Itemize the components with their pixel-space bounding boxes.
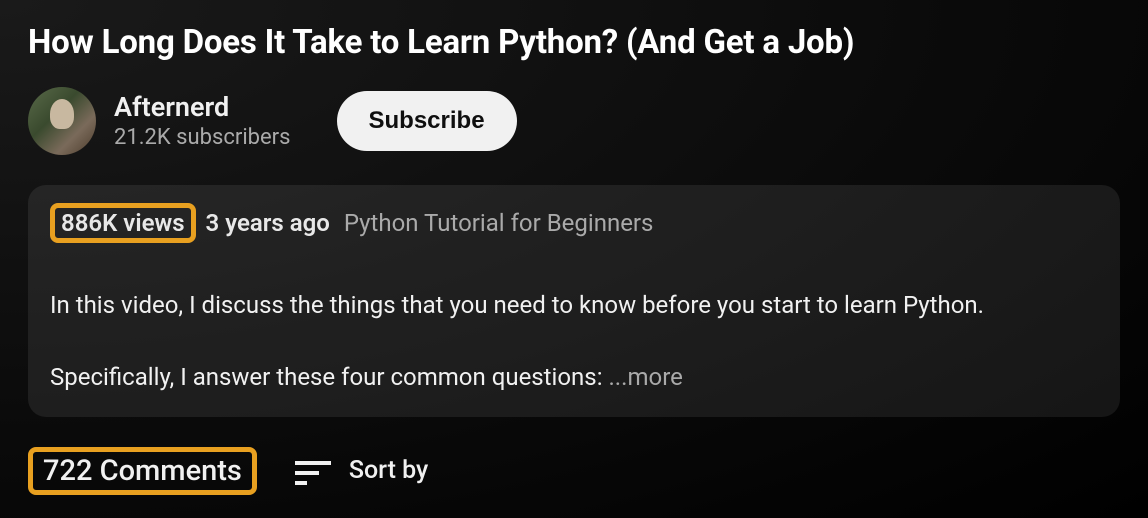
description-meta: 886K views 3 years ago Python Tutorial f… (50, 203, 1098, 243)
playlist-link[interactable]: Python Tutorial for Beginners (344, 209, 654, 237)
channel-name[interactable]: Afternerd (114, 91, 291, 123)
subscribe-button[interactable]: Subscribe (337, 91, 517, 151)
description-text: In this video, I discuss the things that… (50, 251, 1098, 395)
video-title: How Long Does It Take to Learn Python? (… (28, 22, 1120, 65)
channel-row: Afternerd 21.2K subscribers Subscribe (28, 87, 1120, 155)
sort-label: Sort by (349, 456, 428, 485)
upload-age: 3 years ago (206, 209, 330, 237)
show-more-link[interactable]: ...more (608, 363, 682, 391)
channel-meta: Afternerd 21.2K subscribers (114, 91, 291, 150)
view-count: 886K views (50, 203, 196, 243)
channel-avatar[interactable] (28, 87, 96, 155)
sort-button[interactable]: Sort by (295, 456, 428, 485)
description-line2: Specifically, I answer these four common… (50, 363, 608, 391)
description-line1: In this video, I discuss the things that… (50, 291, 984, 319)
description-box[interactable]: 886K views 3 years ago Python Tutorial f… (28, 185, 1120, 417)
comments-count: 722 Comments (28, 447, 257, 495)
comments-header: 722 Comments Sort by (28, 447, 1120, 495)
subscriber-count: 21.2K subscribers (114, 125, 291, 150)
sort-icon (295, 457, 333, 485)
